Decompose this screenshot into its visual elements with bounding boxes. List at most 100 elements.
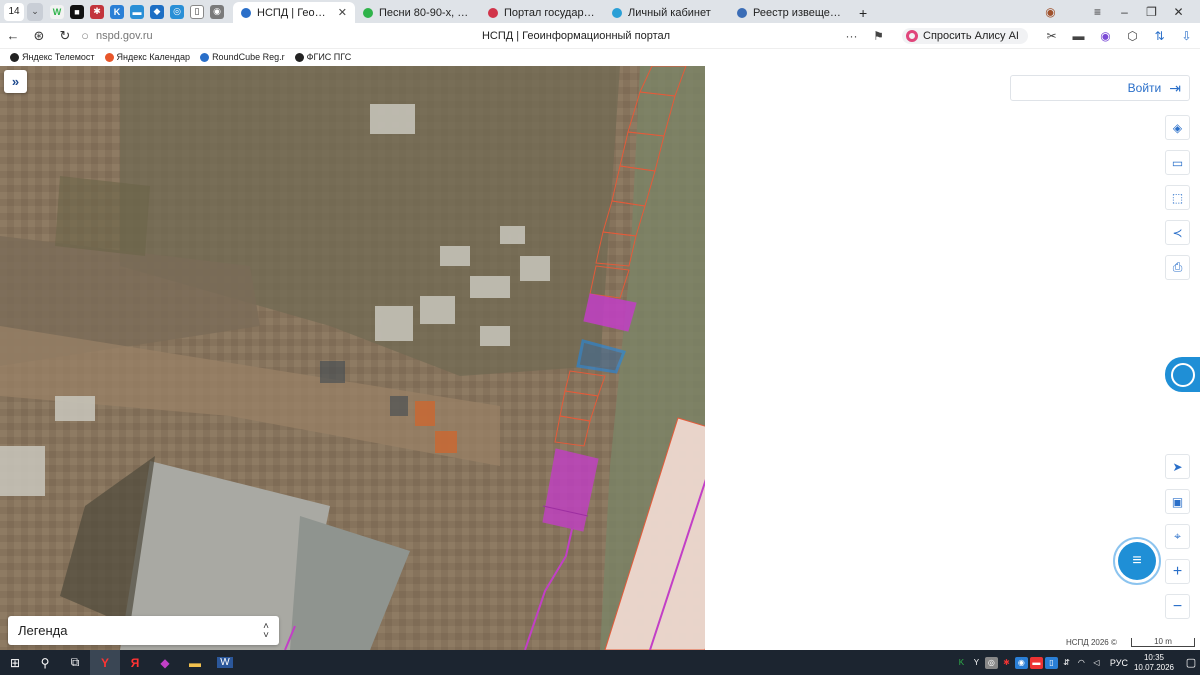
pinned-tab-icon[interactable]: ▯ <box>190 4 204 19</box>
tray-app-icon[interactable]: ◉ <box>1014 656 1028 669</box>
login-button[interactable]: Войти ⇥ <box>1010 75 1190 101</box>
tray-app-icon[interactable]: ▬ <box>1029 656 1043 669</box>
assistant-tab[interactable] <box>1165 357 1200 392</box>
navigation-arrow-icon: ➤ <box>1172 459 1183 474</box>
app-icon[interactable]: ◆ <box>150 650 180 675</box>
wifi-icon[interactable]: ◠ <box>1075 657 1088 669</box>
pinned-tab-icon[interactable]: K <box>110 4 124 19</box>
bookmark-icon[interactable]: ⚑ <box>865 29 892 43</box>
tab-cabinet[interactable]: Личный кабинет <box>604 2 729 23</box>
assistant-icon <box>1170 362 1195 387</box>
tab-favicon-icon <box>612 7 622 18</box>
profile-icon[interactable]: ◉ <box>1037 5 1064 19</box>
location-search-button[interactable]: ⌖ <box>1165 524 1190 549</box>
tab-registry[interactable]: Реестр извещений <box>729 2 853 23</box>
network-icon[interactable]: ⇵ <box>1060 657 1073 669</box>
select-area-button[interactable]: ⬚ <box>1165 185 1190 210</box>
tab-title: Песни 80-90-х, слушать м <box>379 6 472 19</box>
zoom-in-button[interactable]: + <box>1165 559 1190 584</box>
layers-button[interactable]: ◈ <box>1165 115 1190 140</box>
tray-app-icon[interactable]: ▯ <box>1044 656 1058 669</box>
screen: { "tabbar": { "tab_count": "14", "tabs":… <box>0 0 1200 675</box>
file-explorer-icon[interactable]: ▬ <box>180 650 210 675</box>
yandex-browser-icon[interactable]: Y <box>90 650 120 675</box>
window-controls: ◉ ≡ – ❐ ✕ <box>1037 0 1192 23</box>
search-icon[interactable]: ⚲ <box>30 650 60 675</box>
language-indicator[interactable]: РУС <box>1110 658 1128 668</box>
clock-date: 10.07.2026 <box>1133 662 1174 672</box>
tab-nspd[interactable]: НСПД | Геоинформаци ✕ <box>233 2 355 23</box>
alice-button[interactable]: Спросить Алису AI <box>902 28 1028 44</box>
yandex-icon[interactable]: Я <box>120 650 150 675</box>
double-chevron-right-icon: » <box>11 74 20 89</box>
tab-title: Портал государственных <box>504 6 596 19</box>
bookmark-label: RoundCube Reg.r <box>212 52 285 62</box>
share-button[interactable]: ≺ <box>1165 220 1190 245</box>
windows-start-icon[interactable]: ⊞ <box>0 650 30 675</box>
pinned-tab-icon[interactable]: ▬ <box>130 4 144 19</box>
mail-icon <box>200 52 210 62</box>
new-tab-button[interactable]: + <box>853 2 879 23</box>
volume-icon[interactable]: ◁ <box>1090 657 1103 669</box>
tab-gosuslugi[interactable]: Портал государственных <box>480 2 604 23</box>
tab-favicon-icon <box>363 7 373 18</box>
extension-icon[interactable]: ▬ <box>1065 29 1092 43</box>
task-view-icon[interactable]: ⧉ <box>60 650 90 675</box>
satellite-imagery <box>0 66 705 650</box>
extension-icon[interactable]: ⬡ <box>1119 29 1146 43</box>
minimap-icon: ▣ <box>1171 494 1184 509</box>
extension-icon[interactable]: ◉ <box>1092 29 1119 43</box>
url-field[interactable]: nspd.gov.ru <box>96 30 416 42</box>
map-attribution: НСПД 2026 © <box>1066 638 1117 647</box>
word-icon[interactable]: W <box>210 650 240 675</box>
print-button[interactable]: ⎙ <box>1165 255 1190 280</box>
expand-panel-button[interactable]: » <box>4 70 27 93</box>
pinned-tab-icon[interactable]: ◎ <box>170 4 184 19</box>
login-label: Войти <box>1127 81 1162 95</box>
menu-icon[interactable]: ≡ <box>1084 5 1111 19</box>
tray-app-icon[interactable]: Y <box>970 657 983 669</box>
tray-app-icon[interactable]: ◎ <box>984 656 998 669</box>
chat-button[interactable]: ≡ <box>1113 537 1161 585</box>
protect-icon[interactable]: ⊛ <box>26 28 52 44</box>
geolocate-button[interactable]: ➤ <box>1165 454 1190 479</box>
tray-app-icon[interactable]: K <box>955 657 968 669</box>
close-window-icon[interactable]: ✕ <box>1165 5 1192 19</box>
telemost-icon <box>10 52 19 62</box>
tab-count-badge[interactable]: 14 <box>4 2 24 21</box>
back-arrow-icon[interactable]: ← <box>0 28 26 43</box>
bookmark-telemost[interactable]: Яндекс Телемост <box>10 52 95 62</box>
pinned-tab-icon[interactable]: ■ <box>70 4 84 19</box>
legend-dropdown[interactable]: Легенда ˄ ˅ <box>8 616 279 645</box>
tab-favicon-icon <box>737 7 747 18</box>
bookmark-calendar[interactable]: Яндекс Календар <box>104 52 191 62</box>
pinned-tab-icon[interactable]: ◉ <box>210 4 224 19</box>
bookmark-label: ФГИС ПГС <box>306 52 352 62</box>
close-tab-icon[interactable]: ✕ <box>338 6 347 19</box>
map-canvas[interactable] <box>0 66 705 650</box>
clock[interactable]: 10:35 10.07.2026 <box>1134 653 1174 673</box>
maximize-icon[interactable]: ❐ <box>1138 5 1165 19</box>
alice-label: Спросить Алису AI <box>923 30 1019 42</box>
notification-icon[interactable]: ▢ <box>1182 656 1200 669</box>
zoom-out-button[interactable]: − <box>1165 594 1190 619</box>
minimize-icon[interactable]: – <box>1111 5 1138 19</box>
extension-icon[interactable]: ⇅ <box>1146 29 1173 43</box>
tray-app-icon[interactable]: ✱ <box>1000 657 1013 669</box>
pinned-tab-icon[interactable]: ◆ <box>150 4 164 19</box>
download-icon[interactable]: ⇩ <box>1173 29 1200 43</box>
minimap-button[interactable]: ▣ <box>1165 489 1190 514</box>
measure-button[interactable]: ▭ <box>1165 150 1190 175</box>
tab-songs[interactable]: Песни 80-90-х, слушать м <box>355 2 480 23</box>
tab-title: НСПД | Геоинформаци <box>257 6 332 19</box>
extension-icon[interactable]: ✂ <box>1038 29 1065 43</box>
scale-bar: 10 m <box>1131 638 1195 647</box>
pinned-tab-icon[interactable]: ✱ <box>90 4 104 19</box>
reload-icon[interactable]: ↻ <box>52 28 78 44</box>
bookmark-fgis[interactable]: ФГИС ПГС <box>294 52 352 62</box>
bookmark-roundcube[interactable]: RoundCube Reg.r <box>200 52 285 62</box>
more-icon[interactable]: ··· <box>838 29 865 43</box>
bookmark-label: Яндекс Календар <box>116 52 191 62</box>
pinned-tab-icon[interactable]: W <box>50 4 64 19</box>
tab-list-chevron-icon[interactable]: ⌄ <box>27 2 43 21</box>
